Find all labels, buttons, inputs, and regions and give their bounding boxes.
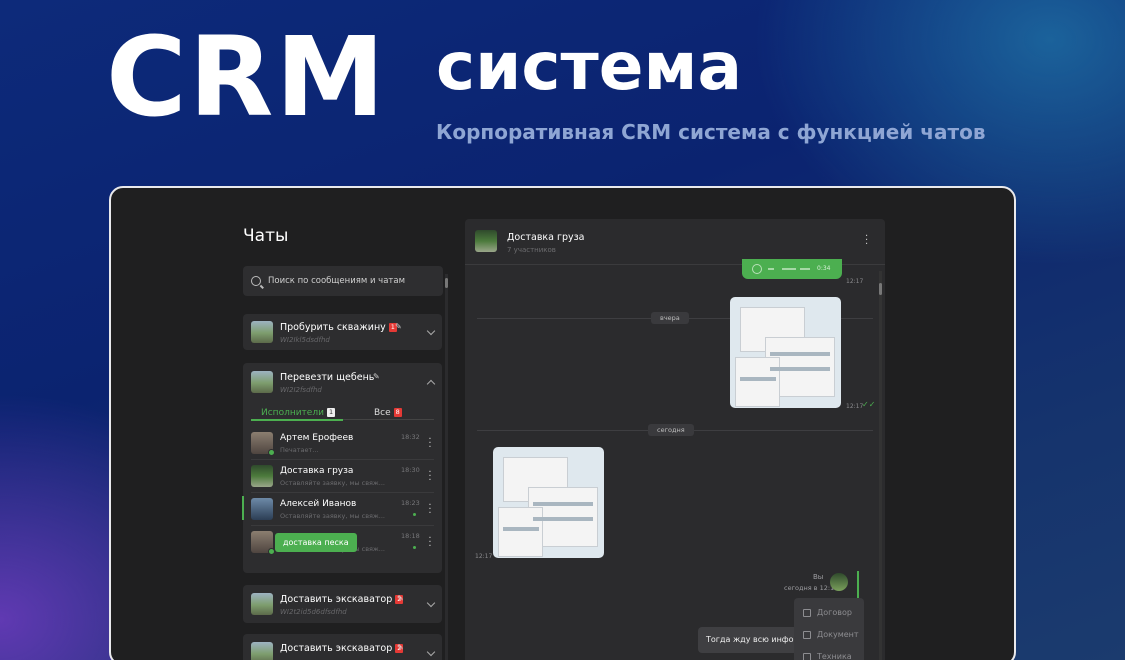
card-code: WI2t2id5d6dfsdfhd [280,608,347,616]
menu-item-contract[interactable]: Договор [803,608,852,617]
chat-card[interactable]: Доставить экскаватор 2 WI2t2id5d6dfsdfhd … [243,585,442,623]
chevron-down-icon[interactable] [426,647,436,657]
chat-scroll-thumb[interactable] [879,283,882,295]
day-separator: сегодня [648,424,694,436]
image-message[interactable] [493,447,604,558]
hero-subtitle: система [436,28,742,105]
unread-dot [413,513,416,516]
chevron-down-icon[interactable] [426,326,436,336]
sender-label: Вы [813,573,824,581]
card-code: WI2Ikl5dsdfhd [280,336,330,344]
list-item[interactable]: Алексей Иванов Оставляйте заявку, мы свя… [251,493,434,526]
pencil-icon[interactable]: ✎ [395,322,402,331]
list-item[interactable]: Артем Ерофеев Печатает... 18:32 · · · [251,427,434,460]
pencil-icon[interactable]: ✎ [397,643,404,652]
pencil-icon[interactable]: ✎ [373,372,380,381]
app-window: Чаты Поиск по сообщениям и чатам Пробури… [109,186,1016,660]
selected-indicator [242,496,244,520]
card-title: Доставить экскаватор 2 [280,643,404,654]
voice-duration: 0:34 [817,265,831,272]
tabs: Исполнители 1 Все 8 [251,408,434,421]
briefcase-icon [803,608,811,617]
chat-card[interactable]: Доставить экскаватор 2 ✎ [243,634,442,660]
card-thumbnail [251,642,273,660]
unread-dot [413,546,416,549]
attach-menu: Договор Документ Техника [794,598,864,660]
message-time: 12:17 [846,278,864,285]
waveform [800,268,810,270]
chat-title: Доставка груза [507,232,585,243]
waveform [768,268,774,270]
chat-panel: Доставка груза 7 участников · · · 0:34 12:… [465,219,885,660]
kebab-icon[interactable]: · · · [428,435,432,453]
message-time: 18:18 [401,532,420,540]
document-icon [803,630,811,639]
voice-message[interactable]: 0:34 [742,259,842,279]
tab-executors[interactable]: Исполнители 1 [261,408,336,418]
chevron-up-icon[interactable] [426,379,436,389]
contact-name: Артем Ерофеев [280,433,354,443]
contact-name: Алексей Иванов [280,499,357,509]
tab-count-badge: 8 [393,408,402,417]
search-placeholder: Поиск по сообщениям и чатам [268,276,405,286]
day-separator: вчера [651,312,689,324]
waveform [782,268,796,270]
list-item[interactable]: Доставка груза Оставляйте заявку, мы свя… [251,460,434,493]
online-indicator [268,449,275,456]
chat-scrollbar[interactable] [879,271,882,660]
last-message: Оставляйте заявку, мы свяж... [280,479,385,487]
tab-count-badge: 1 [326,408,336,417]
chevron-down-icon[interactable] [426,598,436,608]
menu-item-document[interactable]: Документ [803,630,859,639]
message-time: 12:17 [475,553,493,560]
search-input[interactable]: Поиск по сообщениям и чатам [243,266,443,296]
chat-card[interactable]: Пробурить скважину 1 WI2Ikl5dsdfhd ✎ [243,314,442,350]
message-time: 18:30 [401,466,420,474]
card-title: Доставить экскаватор 2 [280,594,404,605]
menu-item-machinery[interactable]: Техника [803,652,852,660]
avatar [251,465,273,487]
sidebar-scrollbar[interactable] [445,274,448,660]
hero-tagline: Корпоративная CRM система с функцией чат… [436,120,986,144]
card-thumbnail [251,321,273,343]
card-code: WI2I2fsdfhd [280,386,322,394]
card-title: Перевезти щебень [280,372,375,383]
hero-title: CRM [106,13,387,141]
pencil-icon[interactable]: ✎ [397,594,404,603]
message-time: 18:23 [401,499,420,507]
kebab-icon[interactable]: · · · [428,468,432,486]
kebab-icon[interactable]: · · · [428,501,432,519]
tab-all[interactable]: Все 8 [374,408,402,418]
last-message: Печатает... [280,446,319,454]
page-title: Чаты [243,226,289,246]
contact-name: Доставка груза [280,466,354,476]
kebab-icon[interactable]: · · · [865,232,868,250]
image-message[interactable] [730,297,841,408]
kebab-icon[interactable]: · · · [428,534,432,552]
chat-participants: 7 участников [507,246,556,254]
search-icon [251,276,261,286]
avatar [251,498,273,520]
truck-icon [803,652,811,660]
message-time: 18:32 [401,433,420,441]
tooltip: доставка песка [275,533,357,552]
play-icon[interactable] [752,264,762,274]
online-indicator [268,548,275,555]
active-tab-indicator [251,419,343,421]
card-thumbnail [251,371,273,393]
last-message: Оставляйте заявку, мы свяж... [280,512,385,520]
card-title: Пробурить скважину 1 [280,322,397,333]
avatar [830,573,848,591]
card-thumbnail [251,593,273,615]
read-check-icon: ✓✓ [862,400,876,409]
chat-avatar [475,230,497,252]
sidebar-scroll-thumb[interactable] [445,278,448,288]
message-time: 12:17 [846,403,864,410]
